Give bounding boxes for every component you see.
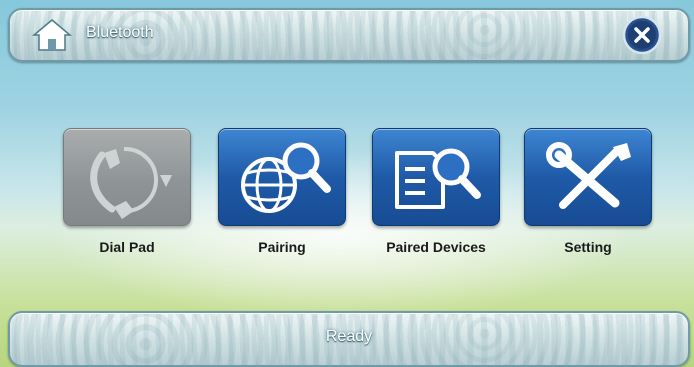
- pairing-label: Pairing: [258, 239, 306, 255]
- status-bar: Ready: [8, 311, 690, 367]
- phone-icon: [90, 146, 172, 219]
- dial-pad-tile: [63, 128, 191, 226]
- page-title: Bluetooth: [86, 24, 154, 41]
- document-search-icon: [395, 148, 481, 209]
- paired-devices-label: Paired Devices: [386, 239, 486, 255]
- setting-label: Setting: [564, 239, 612, 255]
- dial-pad-label: Dial Pad: [99, 239, 155, 255]
- paired-devices-tile[interactable]: [372, 128, 500, 226]
- tools-icon: [546, 142, 631, 209]
- header-bar: Bluetooth: [8, 8, 690, 62]
- pairing-tile[interactable]: [218, 128, 346, 226]
- setting-button[interactable]: Setting: [524, 128, 652, 268]
- setting-tile[interactable]: [524, 128, 652, 226]
- bluetooth-screen: Bluetooth Dial Pad Pairing Paired Device…: [0, 0, 694, 367]
- home-icon[interactable]: [32, 17, 72, 53]
- dial-pad-button: Dial Pad: [63, 128, 191, 268]
- status-text: Ready: [325, 328, 373, 345]
- paired-devices-button[interactable]: Paired Devices: [372, 128, 500, 268]
- pairing-button[interactable]: Pairing: [218, 128, 346, 268]
- globe-search-icon: [241, 142, 331, 213]
- close-icon[interactable]: [622, 15, 662, 55]
